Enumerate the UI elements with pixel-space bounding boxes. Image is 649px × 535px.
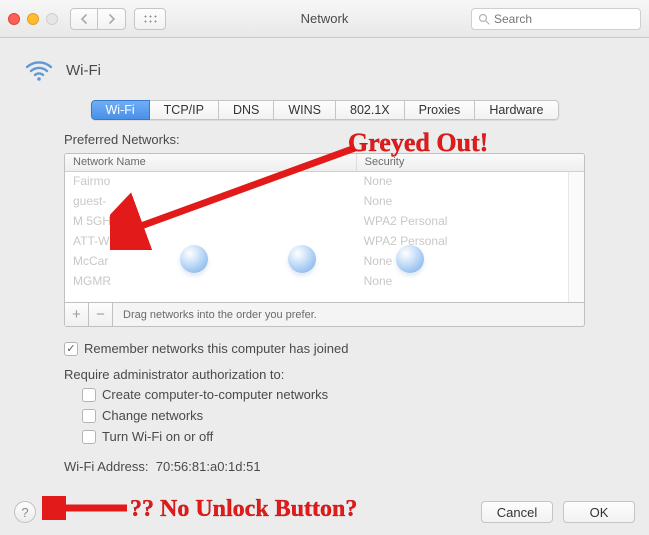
preferred-networks-table[interactable]: Network Name Security FairmoNone guest-N…	[64, 153, 585, 303]
search-field[interactable]	[471, 8, 641, 30]
search-icon	[478, 13, 490, 25]
chevron-left-icon	[80, 14, 88, 24]
tab-8021x[interactable]: 802.1X	[336, 100, 405, 120]
ok-button[interactable]: OK	[563, 501, 635, 523]
cell-security: None	[356, 192, 584, 212]
show-all-button[interactable]	[134, 8, 166, 30]
table-row[interactable]: guest-None	[65, 192, 584, 212]
tab-group: Wi-Fi TCP/IP DNS WINS 802.1X Proxies Har…	[91, 100, 559, 120]
wifi-icon	[24, 58, 54, 82]
change-networks-checkbox[interactable]: Change networks	[82, 408, 585, 424]
zoom-window-button	[46, 13, 58, 25]
cell-name: McCar	[65, 252, 356, 272]
back-button[interactable]	[70, 8, 98, 30]
col-network-name[interactable]: Network Name	[65, 154, 356, 171]
table-row[interactable]: ATT-WWPA2 Personal	[65, 232, 584, 252]
turn-wifi-checkbox[interactable]: Turn Wi-Fi on or off	[82, 429, 585, 445]
admin-auth-label: Require administrator authorization to:	[64, 367, 585, 382]
create-ctc-checkbox[interactable]: Create computer-to-computer networks	[82, 387, 585, 403]
wifi-address-row: Wi-Fi Address: 70:56:81:a0:1d:51	[64, 459, 585, 474]
cancel-button[interactable]: Cancel	[481, 501, 553, 523]
tab-wins[interactable]: WINS	[274, 100, 336, 120]
window-controls	[8, 13, 58, 25]
tab-wifi[interactable]: Wi-Fi	[91, 100, 150, 120]
cell-security: None	[356, 272, 584, 292]
cell-name: ATT-W	[65, 232, 356, 252]
table-header: Network Name Security	[65, 154, 584, 172]
wifi-address-label: Wi-Fi Address:	[64, 459, 149, 474]
scrollbar[interactable]	[568, 172, 584, 302]
tab-hardware[interactable]: Hardware	[475, 100, 558, 120]
tab-proxies[interactable]: Proxies	[405, 100, 476, 120]
cell-name: M 5GH	[65, 212, 356, 232]
tab-dns[interactable]: DNS	[219, 100, 274, 120]
checkbox-label: Change networks	[102, 408, 203, 424]
preferred-networks-label: Preferred Networks:	[64, 132, 585, 147]
table-row[interactable]: FairmoNone	[65, 172, 584, 192]
chevron-right-icon	[108, 14, 116, 24]
grid-icon	[143, 14, 157, 24]
remove-network-button[interactable]: −	[89, 303, 113, 326]
remember-networks-checkbox[interactable]: ✓ Remember networks this computer has jo…	[64, 341, 585, 357]
tabs: Wi-Fi TCP/IP DNS WINS 802.1X Proxies Har…	[14, 100, 635, 120]
tab-tcpip[interactable]: TCP/IP	[150, 100, 219, 120]
add-network-button[interactable]: +	[65, 303, 89, 326]
col-security[interactable]: Security	[356, 154, 584, 171]
footer: ? Cancel OK	[14, 501, 635, 523]
page-heading: Wi-Fi	[24, 58, 635, 82]
content-area: Wi-Fi Wi-Fi TCP/IP DNS WINS 802.1X Proxi…	[0, 38, 649, 484]
search-input[interactable]	[494, 12, 634, 26]
forward-button[interactable]	[98, 8, 126, 30]
nav-buttons	[70, 8, 126, 30]
cell-name: Fairmo	[65, 172, 356, 192]
checkbox-label: Remember networks this computer has join…	[84, 341, 348, 357]
table-row[interactable]: M 5GHWPA2 Personal	[65, 212, 584, 232]
cell-name: guest-	[65, 192, 356, 212]
cell-security: WPA2 Personal	[356, 212, 584, 232]
checkbox-icon	[82, 430, 96, 444]
close-window-button[interactable]	[8, 13, 20, 25]
drag-hint: Drag networks into the order you prefer.	[113, 309, 317, 321]
table-row[interactable]: McCarNone	[65, 252, 584, 272]
titlebar: Network	[0, 0, 649, 38]
checkbox-label: Create computer-to-computer networks	[102, 387, 328, 403]
checkbox-icon	[82, 409, 96, 423]
table-row[interactable]: MGMRNone	[65, 272, 584, 292]
options-section: ✓ Remember networks this computer has jo…	[64, 341, 585, 474]
cell-security: WPA2 Personal	[356, 232, 584, 252]
cell-name: MGMR	[65, 272, 356, 292]
checkbox-label: Turn Wi-Fi on or off	[102, 429, 213, 445]
checkbox-icon: ✓	[64, 342, 78, 356]
cell-security: None	[356, 252, 584, 272]
table-toolbar: + − Drag networks into the order you pre…	[64, 303, 585, 327]
help-button[interactable]: ?	[14, 501, 36, 523]
minimize-window-button[interactable]	[27, 13, 39, 25]
cell-security: None	[356, 172, 584, 192]
wifi-address-value: 70:56:81:a0:1d:51	[156, 459, 261, 474]
wifi-panel: Preferred Networks: Network Name Securit…	[64, 132, 585, 474]
checkbox-icon	[82, 388, 96, 402]
page-title: Wi-Fi	[66, 62, 101, 79]
table-body: FairmoNone guest-None M 5GHWPA2 Personal…	[65, 172, 584, 292]
